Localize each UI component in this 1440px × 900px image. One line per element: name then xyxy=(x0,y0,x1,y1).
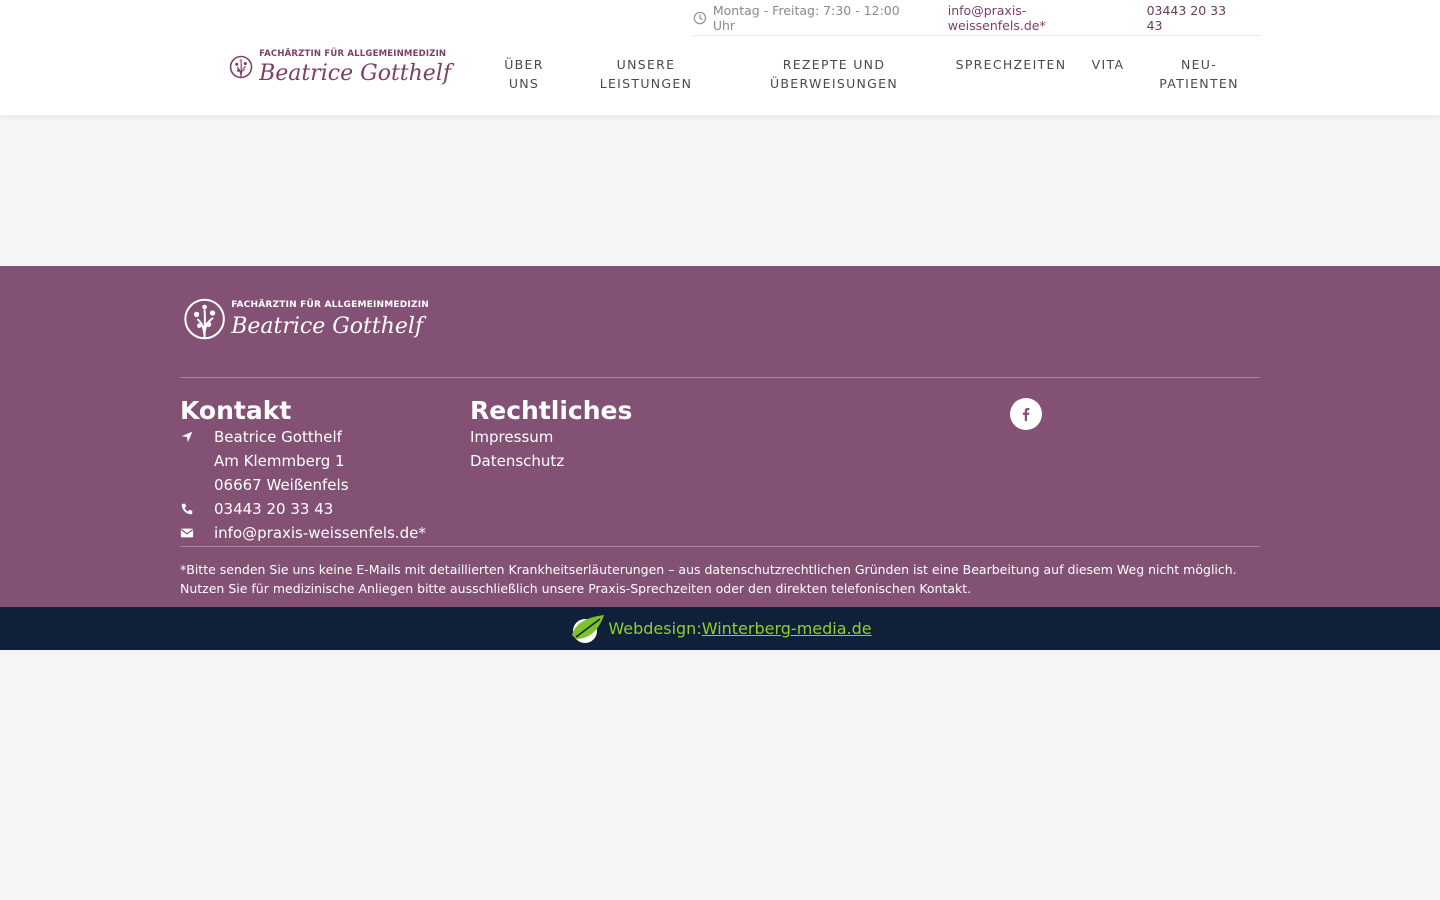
nav-item-vita[interactable]: VITA xyxy=(1086,55,1130,74)
site-header: Montag - Freitag: 7:30 - 12:00 Uhr info@… xyxy=(0,0,1440,115)
legal-heading: Rechtliches xyxy=(470,396,633,425)
footer-logo-name: Beatrice Gotthelf xyxy=(231,313,424,339)
location-arrow-icon xyxy=(181,431,193,443)
logo-subtitle: FACHÄRZTIN FÜR ALLGEMEINMEDIZIN xyxy=(259,48,447,59)
logo-tree-icon xyxy=(229,55,253,79)
logo-name: Beatrice Gotthelf xyxy=(259,60,451,86)
opening-hours: Montag - Freitag: 7:30 - 12:00 Uhr xyxy=(693,3,924,33)
credit-bar: Webdesign: Winterberg-media.de xyxy=(0,607,1440,650)
site-footer: FACHÄRZTIN FÜR ALLGEMEINMEDIZIN Beatrice… xyxy=(0,266,1440,607)
nav-item-ueber-uns[interactable]: ÜBER UNS xyxy=(493,55,555,93)
nav-item-leistungen[interactable]: UNSERE LEISTUNGEN xyxy=(593,55,699,93)
leaf-logo-icon xyxy=(572,614,605,643)
footer-divider-top xyxy=(180,377,1260,378)
winterberg-media-link[interactable]: Winterberg-media.de xyxy=(702,619,872,638)
contact-address-name: Beatrice Gotthelf xyxy=(180,425,342,449)
contact-heading: Kontakt xyxy=(180,396,292,425)
nav-item-sprechzeiten[interactable]: SPRECHZEITEN xyxy=(952,55,1070,74)
contact-address-street: Am Klemmberg 1 xyxy=(214,452,345,470)
top-bar: Montag - Freitag: 7:30 - 12:00 Uhr info@… xyxy=(693,0,1261,36)
opening-hours-text: Montag - Freitag: 7:30 - 12:00 Uhr xyxy=(712,2,900,33)
phone-icon xyxy=(181,503,193,515)
facebook-button[interactable] xyxy=(1010,398,1042,430)
footer-logo-tree-icon xyxy=(184,298,225,340)
contact-email-link[interactable]: info@praxis-weissenfels.de* xyxy=(180,521,426,545)
impressum-link[interactable]: Impressum xyxy=(470,428,553,446)
datenschutz-link[interactable]: Datenschutz xyxy=(470,452,564,470)
header-email-link[interactable]: info@praxis-weissenfels.de* xyxy=(948,3,1123,33)
site-logo[interactable]: FACHÄRZTIN FÜR ALLGEMEINMEDIZIN Beatrice… xyxy=(229,36,451,98)
nav-item-neupatienten[interactable]: NEU- PATIENTEN xyxy=(1152,55,1246,93)
footer-logo-subtitle: FACHÄRZTIN FÜR ALLGEMEINMEDIZIN xyxy=(231,299,429,310)
contact-phone-link[interactable]: 03443 20 33 43 xyxy=(180,497,333,521)
footer-logo[interactable]: FACHÄRZTIN FÜR ALLGEMEINMEDIZIN Beatrice… xyxy=(184,284,429,354)
clock-icon xyxy=(693,11,707,24)
email-disclaimer: *Bitte senden Sie uns keine E-Mails mit … xyxy=(180,562,1237,596)
header-phone-link[interactable]: 03443 20 33 43 xyxy=(1147,3,1245,33)
envelope-icon xyxy=(180,528,194,538)
credit-label: Webdesign: xyxy=(608,619,702,638)
nav-item-rezepte[interactable]: REZEPTE UND ÜBERWEISUNGEN xyxy=(764,55,904,93)
facebook-icon xyxy=(1022,408,1030,421)
contact-address-city: 06667 Weißenfels xyxy=(214,476,349,494)
footer-divider-bottom xyxy=(180,546,1260,547)
